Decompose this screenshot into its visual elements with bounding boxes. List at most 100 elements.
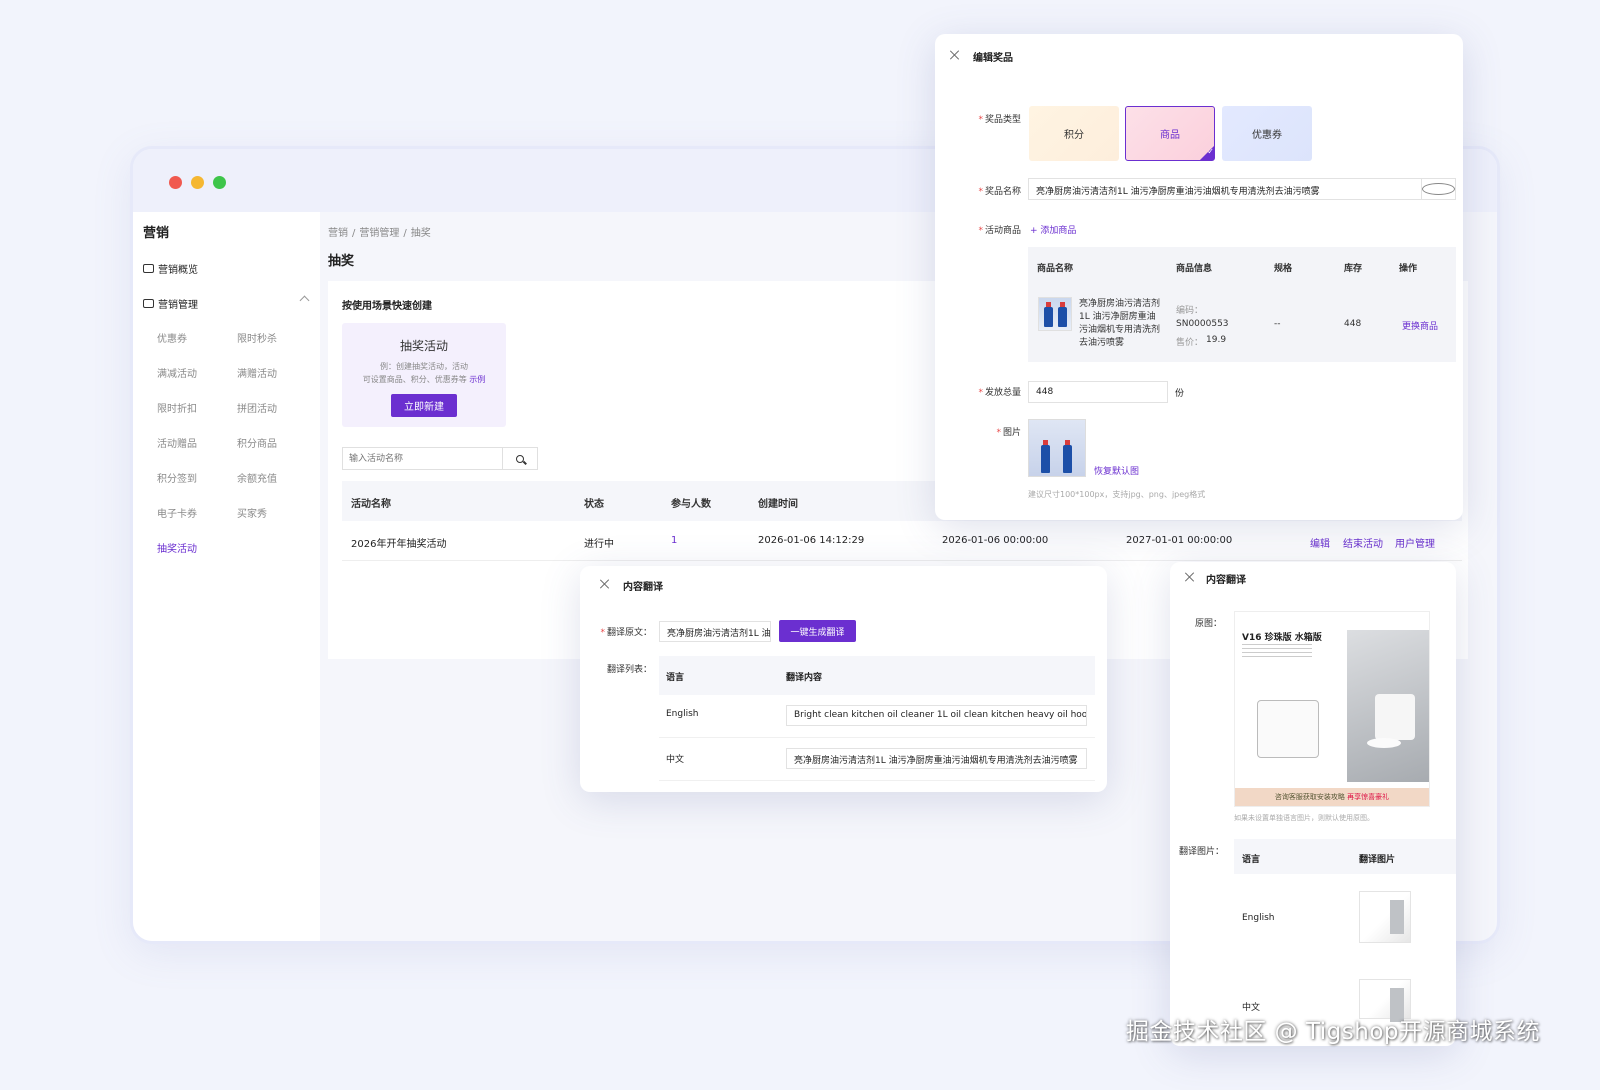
quantity-input[interactable]: 448	[1028, 381, 1168, 403]
sidebar-group-manage[interactable]: 营销管理	[143, 296, 198, 311]
close-icon[interactable]	[950, 50, 960, 60]
column-header: 翻译内容	[786, 673, 823, 683]
label-text: 活动商品	[984, 226, 1021, 236]
price-label: 售价：	[1176, 338, 1204, 348]
column-header: 语言	[666, 673, 685, 683]
breadcrumb-item[interactable]: 营销管理	[359, 228, 399, 239]
desc-line: 例：创建抽奖活动，活动	[380, 362, 468, 371]
label-text: 奖品类型	[984, 115, 1021, 125]
translation-input[interactable]: Bright clean kitchen oil cleaner 1L oil …	[786, 705, 1087, 726]
maximize-window-button[interactable]	[213, 176, 226, 189]
sidebar: 营销 营销概览 营销管理 优惠券 限时秒杀 满减活动 满赠活动 限时折扣 拼团活…	[133, 212, 320, 941]
sidebar-item-points-checkin[interactable]: 积分签到	[157, 470, 197, 485]
required-mark: *	[600, 628, 605, 638]
translation-table: 语言 翻译内容 English Bright clean kitchen oil…	[659, 656, 1095, 781]
activity-name: 2026年开年抽奖活动	[351, 539, 447, 550]
generate-translation-button[interactable]: 一键生成翻译	[779, 620, 856, 642]
minimize-window-button[interactable]	[191, 176, 204, 189]
create-now-button[interactable]: 立即新建	[391, 394, 457, 417]
sidebar-item-buyer-show[interactable]: 买家秀	[237, 505, 267, 520]
sidebar-item-flash-sale[interactable]: 限时秒杀	[237, 330, 277, 345]
sidebar-item-lottery[interactable]: 抽奖活动	[157, 540, 197, 555]
column-header: 语言	[1242, 855, 1261, 865]
type-label: 积分	[1064, 130, 1084, 141]
goods-image	[1038, 297, 1072, 331]
sidebar-item-label: 营销概览	[158, 265, 198, 276]
breadcrumb-item[interactable]: 营销	[328, 228, 348, 239]
translation-input[interactable]: 亮净厨房油污清洁剂1L 油污净厨房重油污油烟机专用清洗剂去油污喷雾	[786, 748, 1087, 769]
column-header: 商品信息	[1176, 264, 1213, 274]
column-header: 翻译图片	[1359, 855, 1396, 865]
prize-name-value[interactable]: 亮净厨房油污清洁剂1L 油污净厨房重油污油烟机专用清洗剂去油污喷雾	[1029, 179, 1421, 199]
product-subtitle-lines	[1242, 644, 1312, 660]
restore-default-link[interactable]: 恢复默认图	[1094, 464, 1139, 477]
product-bottle	[1044, 302, 1053, 327]
label-text: 发放总量	[984, 388, 1021, 398]
original-image: V16 珍珠版 水箱版 咨询客服获取安装攻略 再享惊喜豪礼	[1234, 611, 1430, 807]
breadcrumb-separator: /	[403, 228, 407, 239]
promo-text: 咨询客服获取安装攻略	[1274, 793, 1345, 801]
replace-goods-link[interactable]: 更换商品	[1402, 319, 1438, 332]
product-bottle	[1058, 302, 1067, 327]
sidebar-item-coupon[interactable]: 优惠券	[157, 330, 187, 345]
goods-spec: --	[1274, 319, 1281, 329]
sidebar-item-activity-gift[interactable]: 活动赠品	[157, 435, 197, 450]
search-icon	[516, 454, 524, 463]
column-header: 库存	[1344, 264, 1363, 274]
quantity-label: * 发放总量	[965, 385, 1021, 398]
prize-type-goods[interactable]: 商品	[1125, 106, 1215, 161]
prize-type-label: * 奖品类型	[965, 112, 1021, 125]
example-link[interactable]: 示例	[469, 375, 485, 384]
sidebar-item-points-goods[interactable]: 积分商品	[237, 435, 277, 450]
search-button[interactable]	[503, 448, 537, 469]
translated-image-english[interactable]	[1359, 891, 1411, 943]
end-activity-link[interactable]: 结束活动	[1343, 535, 1383, 550]
sidebar-title: 营销	[143, 226, 170, 241]
add-goods-link[interactable]: + 添加商品	[1030, 223, 1076, 236]
breadcrumb-item: 抽奖	[410, 228, 431, 239]
activity-goods-label: * 活动商品	[965, 223, 1021, 236]
table-row: 2026年开年抽奖活动 进行中 1 2026-01-06 14:12:29 20…	[342, 521, 1462, 561]
prize-type-points[interactable]: 积分	[1029, 106, 1119, 161]
participant-count-link[interactable]: 1	[671, 535, 677, 546]
type-label: 商品	[1160, 130, 1180, 141]
product-bottle	[1063, 440, 1072, 473]
source-text-field[interactable]: 亮净厨房油污清洁剂1L 油污净厨房重油污油烟机专用清洗剂去油污喷雾	[659, 621, 771, 642]
edit-link[interactable]: 编辑	[1310, 535, 1330, 550]
table-row: 中文 亮净厨房油污清洁剂1L 油污净厨房重油污油烟机专用清洗剂去油污喷雾	[659, 738, 1095, 781]
image-label: * 图片	[965, 425, 1021, 438]
watermark: 掘金技术社区 @ Tigshop开源商城系统	[1125, 1019, 1540, 1045]
sidebar-item-full-gift[interactable]: 满赠活动	[237, 365, 277, 380]
breadcrumb-separator: /	[352, 228, 356, 239]
chevron-up-icon[interactable]	[299, 295, 310, 306]
image-translate-dialog: 内容翻译 原图： V16 珍珠版 水箱版 咨询客服获取安装攻略 再享惊喜豪礼 如…	[1170, 562, 1456, 1046]
prize-name-field[interactable]: 亮净厨房油污清洁剂1L 油污净厨房重油污油烟机专用清洗剂去油污喷雾	[1028, 178, 1456, 200]
close-window-button[interactable]	[169, 176, 182, 189]
translate-button[interactable]	[1421, 179, 1455, 199]
close-icon[interactable]	[600, 579, 610, 589]
column-header: 参与人数	[671, 499, 711, 510]
goods-name: 亮净厨房油污清洁剂1L 油污净厨房重油污油烟机专用清洗剂去油污喷雾	[1079, 299, 1161, 348]
sidebar-item-overview[interactable]: 营销概览	[143, 261, 198, 276]
robot-photo	[1347, 630, 1429, 782]
sidebar-item-full-reduction[interactable]: 满减活动	[157, 365, 197, 380]
label-text: 图片	[1002, 428, 1021, 438]
prize-type-coupon[interactable]: 优惠券	[1222, 106, 1312, 161]
sidebar-item-e-card[interactable]: 电子卡券	[157, 505, 197, 520]
quantity-unit: 份	[1175, 389, 1185, 399]
column-header: 商品名称	[1037, 264, 1074, 274]
required-mark: *	[978, 115, 983, 125]
sidebar-item-group-buy[interactable]: 拼团活动	[237, 400, 277, 415]
activity-status: 进行中	[584, 539, 614, 550]
language-name: English	[666, 709, 699, 719]
sidebar-item-time-discount[interactable]: 限时折扣	[157, 400, 197, 415]
column-header: 活动名称	[351, 499, 391, 510]
close-icon[interactable]	[1185, 572, 1195, 582]
translate-dialog: 内容翻译 *翻译原文： 亮净厨房油污清洁剂1L 油污净厨房重油污油烟机专用清洗剂…	[580, 566, 1107, 792]
goods-stock: 448	[1344, 319, 1362, 329]
search-input[interactable]	[343, 448, 503, 469]
goods-price: 19.9	[1206, 335, 1227, 345]
prize-image[interactable]	[1028, 419, 1086, 477]
sidebar-item-balance-recharge[interactable]: 余额充值	[237, 470, 277, 485]
user-manage-link[interactable]: 用户管理	[1395, 535, 1435, 550]
